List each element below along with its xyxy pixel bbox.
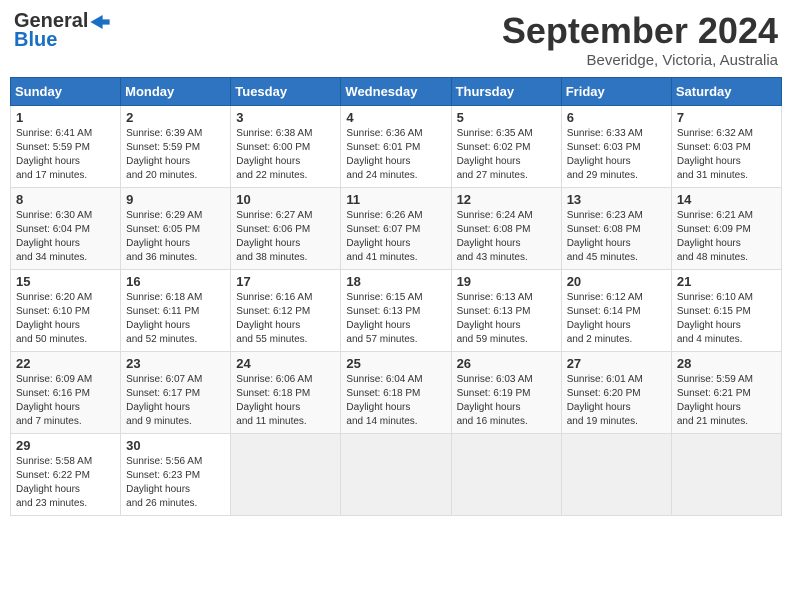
calendar-week-3: 15Sunrise: 6:20 AMSunset: 6:10 PMDayligh…	[11, 270, 782, 352]
table-row: 11Sunrise: 6:26 AMSunset: 6:07 PMDayligh…	[341, 188, 451, 270]
col-header-wednesday: Wednesday	[341, 78, 451, 106]
table-row: 23Sunrise: 6:07 AMSunset: 6:17 PMDayligh…	[121, 352, 231, 434]
table-row: 19Sunrise: 6:13 AMSunset: 6:13 PMDayligh…	[451, 270, 561, 352]
table-row: 12Sunrise: 6:24 AMSunset: 6:08 PMDayligh…	[451, 188, 561, 270]
calendar-week-4: 22Sunrise: 6:09 AMSunset: 6:16 PMDayligh…	[11, 352, 782, 434]
calendar-week-1: 1Sunrise: 6:41 AMSunset: 5:59 PMDaylight…	[11, 106, 782, 188]
calendar-table: SundayMondayTuesdayWednesdayThursdayFrid…	[10, 77, 782, 516]
table-row: 6Sunrise: 6:33 AMSunset: 6:03 PMDaylight…	[561, 106, 671, 188]
location: Beveridge, Victoria, Australia	[502, 52, 778, 69]
table-row: 2Sunrise: 6:39 AMSunset: 5:59 PMDaylight…	[121, 106, 231, 188]
page-header: General Blue September 2024 Beveridge, V…	[10, 10, 782, 69]
logo-arrow-icon	[90, 15, 110, 29]
col-header-monday: Monday	[121, 78, 231, 106]
table-row: 22Sunrise: 6:09 AMSunset: 6:16 PMDayligh…	[11, 352, 121, 434]
table-row: 7Sunrise: 6:32 AMSunset: 6:03 PMDaylight…	[671, 106, 781, 188]
table-row: 26Sunrise: 6:03 AMSunset: 6:19 PMDayligh…	[451, 352, 561, 434]
logo-blue-text: Blue	[14, 29, 57, 52]
table-row: 27Sunrise: 6:01 AMSunset: 6:20 PMDayligh…	[561, 352, 671, 434]
table-row: 21Sunrise: 6:10 AMSunset: 6:15 PMDayligh…	[671, 270, 781, 352]
table-row	[561, 434, 671, 516]
table-row: 17Sunrise: 6:16 AMSunset: 6:12 PMDayligh…	[231, 270, 341, 352]
table-row: 29Sunrise: 5:58 AMSunset: 6:22 PMDayligh…	[11, 434, 121, 516]
table-row: 10Sunrise: 6:27 AMSunset: 6:06 PMDayligh…	[231, 188, 341, 270]
table-row	[231, 434, 341, 516]
table-row: 15Sunrise: 6:20 AMSunset: 6:10 PMDayligh…	[11, 270, 121, 352]
table-row: 8Sunrise: 6:30 AMSunset: 6:04 PMDaylight…	[11, 188, 121, 270]
table-row: 5Sunrise: 6:35 AMSunset: 6:02 PMDaylight…	[451, 106, 561, 188]
table-row	[451, 434, 561, 516]
col-header-thursday: Thursday	[451, 78, 561, 106]
logo: General Blue	[14, 10, 110, 52]
table-row: 16Sunrise: 6:18 AMSunset: 6:11 PMDayligh…	[121, 270, 231, 352]
table-row	[341, 434, 451, 516]
table-row: 18Sunrise: 6:15 AMSunset: 6:13 PMDayligh…	[341, 270, 451, 352]
table-row: 28Sunrise: 5:59 AMSunset: 6:21 PMDayligh…	[671, 352, 781, 434]
table-row: 20Sunrise: 6:12 AMSunset: 6:14 PMDayligh…	[561, 270, 671, 352]
table-row: 25Sunrise: 6:04 AMSunset: 6:18 PMDayligh…	[341, 352, 451, 434]
header-row: SundayMondayTuesdayWednesdayThursdayFrid…	[11, 78, 782, 106]
title-area: September 2024 Beveridge, Victoria, Aust…	[502, 10, 778, 69]
calendar-week-2: 8Sunrise: 6:30 AMSunset: 6:04 PMDaylight…	[11, 188, 782, 270]
table-row: 13Sunrise: 6:23 AMSunset: 6:08 PMDayligh…	[561, 188, 671, 270]
col-header-sunday: Sunday	[11, 78, 121, 106]
col-header-saturday: Saturday	[671, 78, 781, 106]
table-row	[671, 434, 781, 516]
table-row: 1Sunrise: 6:41 AMSunset: 5:59 PMDaylight…	[11, 106, 121, 188]
table-row: 9Sunrise: 6:29 AMSunset: 6:05 PMDaylight…	[121, 188, 231, 270]
table-row: 4Sunrise: 6:36 AMSunset: 6:01 PMDaylight…	[341, 106, 451, 188]
month-title: September 2024	[502, 10, 778, 52]
table-row: 14Sunrise: 6:21 AMSunset: 6:09 PMDayligh…	[671, 188, 781, 270]
table-row: 24Sunrise: 6:06 AMSunset: 6:18 PMDayligh…	[231, 352, 341, 434]
col-header-friday: Friday	[561, 78, 671, 106]
calendar-week-5: 29Sunrise: 5:58 AMSunset: 6:22 PMDayligh…	[11, 434, 782, 516]
table-row: 30Sunrise: 5:56 AMSunset: 6:23 PMDayligh…	[121, 434, 231, 516]
col-header-tuesday: Tuesday	[231, 78, 341, 106]
table-row: 3Sunrise: 6:38 AMSunset: 6:00 PMDaylight…	[231, 106, 341, 188]
